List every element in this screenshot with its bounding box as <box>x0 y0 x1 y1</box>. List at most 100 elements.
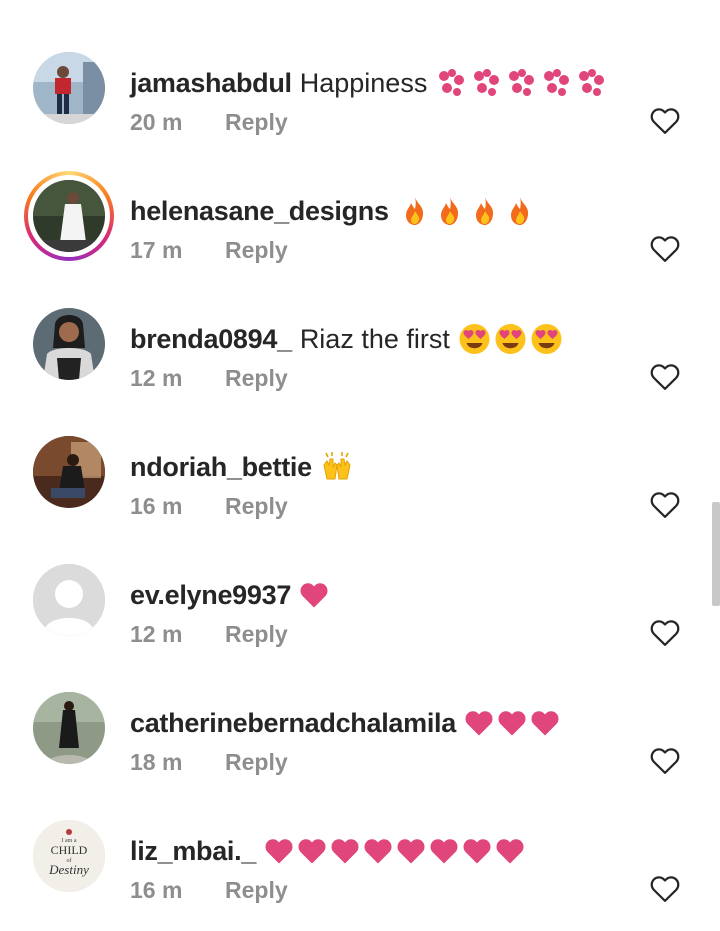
heart-icon <box>265 839 293 864</box>
comment-item: catherinebernadchalamila 18 m Reply <box>0 675 720 803</box>
comment-item: I am a CHILD of Destiny liz_mbai._ 16 m … <box>0 803 720 931</box>
heart-icon <box>498 711 526 736</box>
heart-eyes-icon <box>459 324 490 354</box>
heart-eyes-icon <box>531 324 562 354</box>
username[interactable]: brenda0894_ <box>130 321 292 357</box>
comment-line: jamashabdul Happiness <box>130 65 620 101</box>
comment-body: liz_mbai._ 16 m Reply <box>130 833 620 905</box>
username[interactable]: ev.elyne9937 <box>130 577 291 613</box>
comment-meta: 16 m Reply <box>130 875 620 905</box>
heart-outline-icon[interactable] <box>650 235 680 263</box>
heart-icon <box>463 839 491 864</box>
comment-line: brenda0894_ Riaz the first <box>130 321 620 357</box>
comment-text: Riaz the first <box>299 324 450 354</box>
raising-hands-icon <box>323 452 351 480</box>
heart-icon <box>531 711 559 736</box>
heart-icon <box>397 839 425 864</box>
scrollbar[interactable] <box>712 502 720 606</box>
timestamp: 20 m <box>130 109 183 135</box>
heart-outline-icon[interactable] <box>650 875 680 903</box>
sparkling-heart-icon <box>474 69 500 96</box>
reply-button[interactable]: Reply <box>225 235 288 265</box>
username[interactable]: helenasane_designs <box>130 193 389 229</box>
heart-icon <box>298 839 326 864</box>
heart-icon <box>430 839 458 864</box>
emoji-row <box>464 709 563 737</box>
timestamp: 16 m <box>130 877 183 903</box>
emoji-row <box>299 581 332 609</box>
fire-icon <box>475 197 493 225</box>
fire-icon <box>510 197 528 225</box>
avatar[interactable] <box>33 308 105 380</box>
heart-outline-icon[interactable] <box>650 363 680 391</box>
sparkling-heart-icon <box>544 69 570 96</box>
reply-button[interactable]: Reply <box>225 875 288 905</box>
comment-item: jamashabdul Happiness 20 m Reply <box>0 35 720 163</box>
comment-body: helenasane_designs 17 m Reply <box>130 193 620 265</box>
reply-button[interactable]: Reply <box>225 747 288 777</box>
heart-icon <box>496 839 524 864</box>
comment-item: ndoriah_bettie 16 m Reply <box>0 419 720 547</box>
reply-button[interactable]: Reply <box>225 107 288 137</box>
heart-outline-icon[interactable] <box>650 491 680 519</box>
sparkling-heart-icon <box>579 69 605 96</box>
heart-icon <box>300 583 328 608</box>
emoji-row <box>435 68 610 98</box>
avatar[interactable] <box>33 692 105 764</box>
reply-button[interactable]: Reply <box>225 619 288 649</box>
child-of-destiny-logo: I am a CHILD of Destiny <box>33 820 105 892</box>
comment-meta: 20 m Reply <box>130 107 620 137</box>
username[interactable]: ndoriah_bettie <box>130 449 312 485</box>
comment-item: brenda0894_ Riaz the first 12 m Reply <box>0 291 720 419</box>
comment-item: ev.elyne9937 12 m Reply <box>0 547 720 675</box>
comment-meta: 18 m Reply <box>130 747 620 777</box>
avatar[interactable]: I am a CHILD of Destiny <box>33 820 105 892</box>
reply-button[interactable]: Reply <box>225 363 288 393</box>
comment-line: ndoriah_bettie <box>130 449 620 485</box>
comment-body: jamashabdul Happiness 20 m Reply <box>130 65 620 137</box>
comment-text: Happiness <box>299 68 428 98</box>
comment-body: catherinebernadchalamila 18 m Reply <box>130 705 620 777</box>
comment-meta: 12 m Reply <box>130 363 620 393</box>
emoji-row <box>264 837 528 865</box>
logo-middle-text: CHILD <box>51 843 88 857</box>
emoji-row <box>399 195 539 227</box>
fire-icon <box>405 197 423 225</box>
comment-line: catherinebernadchalamila <box>130 705 620 741</box>
comment-line: helenasane_designs <box>130 193 620 229</box>
heart-eyes-icon <box>495 324 526 354</box>
heart-icon <box>331 839 359 864</box>
heart-icon <box>364 839 392 864</box>
heart-icon <box>465 711 493 736</box>
comment-item: helenasane_designs 17 m Reply <box>0 163 720 291</box>
avatar[interactable] <box>33 436 105 508</box>
comment-body: brenda0894_ Riaz the first 12 m Reply <box>130 321 620 393</box>
username[interactable]: jamashabdul <box>130 65 292 101</box>
sparkling-heart-icon <box>509 69 535 96</box>
emoji-row <box>320 451 357 483</box>
logo-bottom-text: Destiny <box>48 862 89 877</box>
username[interactable]: liz_mbai._ <box>130 833 256 869</box>
comment-line: liz_mbai._ <box>130 833 620 869</box>
comment-meta: 17 m Reply <box>130 235 620 265</box>
comment-meta: 12 m Reply <box>130 619 620 649</box>
avatar[interactable] <box>33 564 105 636</box>
heart-outline-icon[interactable] <box>650 107 680 135</box>
heart-outline-icon[interactable] <box>650 619 680 647</box>
heart-outline-icon[interactable] <box>650 747 680 775</box>
comment-line: ev.elyne9937 <box>130 577 620 613</box>
reply-button[interactable]: Reply <box>225 491 288 521</box>
avatar[interactable] <box>33 52 105 124</box>
sparkling-heart-icon <box>439 69 465 96</box>
timestamp: 12 m <box>130 621 183 647</box>
username[interactable]: catherinebernadchalamila <box>130 705 456 741</box>
avatar[interactable] <box>24 171 114 261</box>
timestamp: 16 m <box>130 493 183 519</box>
timestamp: 18 m <box>130 749 183 775</box>
comment-meta: 16 m Reply <box>130 491 620 521</box>
fire-icon <box>440 197 458 225</box>
timestamp: 12 m <box>130 365 183 391</box>
timestamp: 17 m <box>130 237 183 263</box>
emoji-row <box>458 323 566 355</box>
comment-list: jamashabdul Happiness 20 m Reply helenas… <box>0 0 720 925</box>
